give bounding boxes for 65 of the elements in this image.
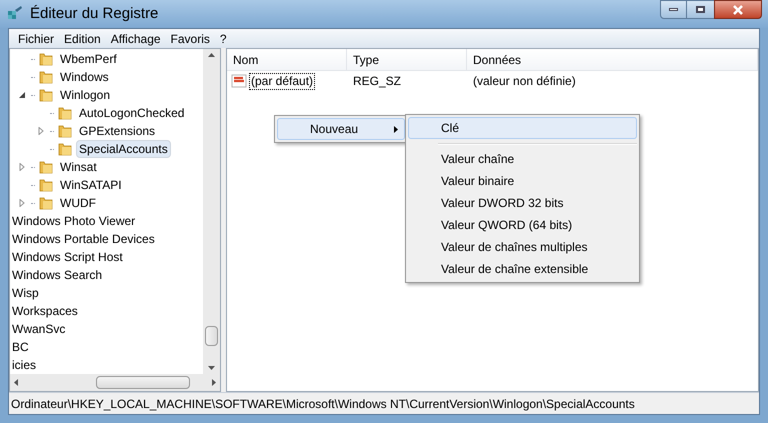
- scrollbar-thumb[interactable]: [96, 376, 190, 390]
- tree-item[interactable]: SpecialAccounts: [76, 140, 171, 158]
- scroll-left-icon[interactable]: [14, 379, 18, 386]
- tree-item[interactable]: Windows: [57, 68, 112, 86]
- menu-item[interactable]: Valeur de chaîne extensible: [408, 258, 637, 280]
- tree-item[interactable]: Wisp: [10, 284, 203, 302]
- folder-icon: [57, 141, 73, 158]
- status-bar: Ordinateur\HKEY_LOCAL_MACHINE\SOFTWARE\Microsoft\Windows NT\CurrentVersion\Winlogon\SpecialAccounts: [9, 392, 759, 414]
- column-header[interactable]: Données: [467, 49, 758, 70]
- menu-item[interactable]: Edition: [59, 30, 106, 48]
- scroll-right-icon[interactable]: [212, 379, 216, 386]
- menu-item[interactable]: Valeur DWORD 32 bits: [408, 192, 637, 214]
- tree-item[interactable]: GPExtensions: [76, 122, 158, 140]
- folder-icon: [38, 87, 54, 104]
- close-icon: [732, 4, 744, 14]
- expand-arrow-icon[interactable]: [37, 127, 45, 136]
- tree-item[interactable]: Winsat: [57, 158, 100, 176]
- tree-item[interactable]: Windows Portable Devices: [10, 230, 203, 248]
- tree-item[interactable]: icies: [10, 356, 203, 374]
- menu-item[interactable]: Nouveau: [277, 118, 405, 140]
- tree-item[interactable]: WwanSvc: [10, 320, 203, 338]
- menu-item[interactable]: Valeur QWORD (64 bits): [408, 214, 637, 236]
- expand-arrow-icon[interactable]: [18, 163, 26, 172]
- column-header[interactable]: Type: [347, 49, 467, 70]
- tree-item[interactable]: Winlogon: [57, 86, 114, 104]
- scrollbar-thumb[interactable]: [205, 326, 218, 346]
- folder-icon: [38, 159, 54, 176]
- tree-item[interactable]: Windows Search: [10, 266, 203, 284]
- vertical-scrollbar[interactable]: [203, 49, 220, 374]
- horizontal-scrollbar[interactable]: [10, 374, 220, 392]
- folder-icon: [38, 177, 54, 194]
- tree-item[interactable]: Workspaces: [10, 302, 203, 320]
- tree-item[interactable]: WbemPerf: [57, 50, 120, 68]
- menu-item[interactable]: Valeur binaire: [408, 170, 637, 192]
- tree-item[interactable]: BC: [10, 338, 203, 356]
- scroll-down-icon[interactable]: [208, 366, 215, 370]
- close-button[interactable]: [714, 0, 762, 19]
- menu-item[interactable]: Favoris: [166, 30, 215, 48]
- tree-item[interactable]: Windows Script Host: [10, 248, 203, 266]
- tree-item[interactable]: Windows Photo Viewer: [10, 212, 203, 230]
- folder-icon: [57, 123, 73, 140]
- scroll-up-icon[interactable]: [208, 53, 215, 58]
- minimize-button[interactable]: [660, 0, 687, 19]
- folder-icon: [57, 105, 73, 122]
- menu-item[interactable]: Valeur chaîne: [408, 148, 637, 170]
- folder-icon: [38, 51, 54, 68]
- value-name[interactable]: (par défaut): [249, 72, 316, 90]
- folder-icon: [38, 195, 54, 212]
- folder-icon: [38, 69, 54, 86]
- tree-item[interactable]: WinSATAPI: [57, 176, 125, 194]
- menu-item[interactable]: Valeur de chaînes multiples: [408, 236, 637, 258]
- value-type: REG_SZ: [352, 73, 402, 90]
- column-header[interactable]: Nom: [227, 49, 347, 70]
- menu-item[interactable]: Fichier: [13, 30, 60, 48]
- window-title: Éditeur du Registre: [30, 4, 158, 24]
- menu-item[interactable]: ?: [214, 30, 232, 48]
- collapse-arrow-icon[interactable]: [18, 91, 26, 100]
- tree-item[interactable]: AutoLogonChecked: [76, 104, 188, 122]
- expand-arrow-icon[interactable]: [18, 199, 26, 208]
- tree-item[interactable]: WUDF: [57, 194, 99, 212]
- menu-item[interactable]: Clé: [408, 117, 637, 139]
- maximize-button[interactable]: [687, 0, 714, 19]
- string-value-icon: [231, 74, 247, 88]
- value-data: (valeur non définie): [472, 73, 577, 90]
- menu-item[interactable]: Affichage: [106, 30, 166, 48]
